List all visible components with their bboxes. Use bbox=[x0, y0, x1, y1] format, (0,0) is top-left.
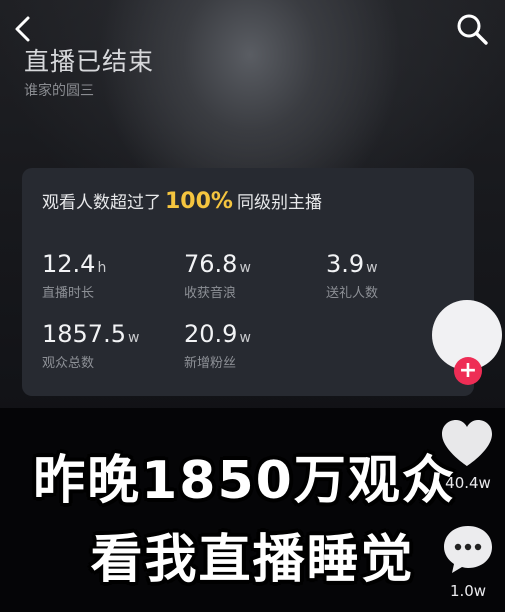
stat-value: 12.4 bbox=[42, 250, 96, 278]
stat-value: 20.9 bbox=[184, 320, 238, 348]
stat-unit: w bbox=[127, 330, 140, 346]
video-caption: 昨晚1850万观众 看我直播睡觉 bbox=[0, 438, 505, 592]
stat-unit: w bbox=[239, 330, 251, 346]
caption-line-2: 看我直播睡觉 bbox=[90, 530, 415, 590]
stat-duration: 12.4 h 直播时长 bbox=[42, 250, 106, 301]
stat-value: 76.8 bbox=[184, 250, 238, 278]
stat-unit: h bbox=[97, 260, 107, 276]
stat-new-followers: 20.9 w 新增粉丝 bbox=[184, 320, 251, 371]
follow-button[interactable]: + bbox=[454, 357, 482, 385]
stat-value: 1857.5 bbox=[42, 320, 126, 348]
stat-gifters: 3.9 w 送礼人数 bbox=[326, 250, 378, 301]
search-icon[interactable] bbox=[455, 12, 489, 46]
live-stats-card: 观看人数超过了 100% 同级别主播 12.4 h 直播时长 76.8 w 收获音浪 3… bbox=[22, 168, 474, 396]
like-count: 40.4w bbox=[445, 474, 491, 492]
headline-suffix: 同级别主播 bbox=[236, 193, 322, 213]
heart-icon[interactable] bbox=[438, 417, 496, 469]
viewer-rank-headline: 观看人数超过了 100% 同级别主播 bbox=[42, 188, 322, 214]
chevron-left-icon[interactable] bbox=[10, 14, 36, 44]
streamer-name: 谁家的圆三 bbox=[24, 83, 94, 99]
stat-label: 送礼人数 bbox=[326, 286, 379, 301]
stat-unit: w bbox=[239, 260, 251, 276]
comment-count: 1.0w bbox=[449, 582, 487, 600]
stat-label: 观众总数 bbox=[42, 356, 95, 371]
page-title: 直播已结束 bbox=[24, 47, 155, 76]
stat-value: 3.9 bbox=[326, 250, 365, 278]
stat-label: 收获音浪 bbox=[184, 286, 237, 301]
headline-percent: 100% bbox=[165, 189, 233, 214]
stat-label: 直播时长 bbox=[42, 286, 95, 301]
stat-sound-waves: 76.8 w 收获音浪 bbox=[184, 250, 251, 301]
comment-icon[interactable] bbox=[440, 522, 496, 576]
stat-unit: w bbox=[366, 260, 378, 276]
caption-line-1: 昨晚1850万观众 bbox=[33, 451, 456, 511]
stat-total-viewers: 1857.5 w 观众总数 bbox=[42, 320, 139, 371]
headline-prefix: 观看人数超过了 bbox=[42, 193, 161, 213]
stat-label: 新增粉丝 bbox=[184, 356, 237, 371]
